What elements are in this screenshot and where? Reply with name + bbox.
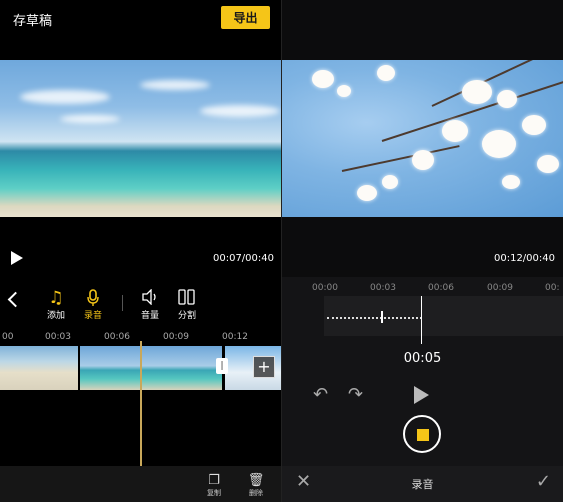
playhead[interactable] [421,296,422,344]
confirm-check-icon[interactable]: ✓ [536,471,551,492]
ruler-tick: 00:03 [45,332,71,342]
audio-track[interactable] [324,296,563,336]
copy-button[interactable]: ❐ 复制 [202,473,226,498]
ruler-tick: 00:12 [222,332,248,342]
tool-label: 复制 [207,489,221,497]
ruler-tick: 00:03 [370,283,396,293]
timeline-clip[interactable] [0,346,78,390]
bottom-title: 录音 [411,478,434,491]
copy-icon: ❐ [208,473,220,488]
volume-button[interactable]: 音量 [135,288,165,321]
microphone-icon [78,289,108,308]
recording-time: 00:05 [403,351,442,366]
tool-label: 音量 [140,311,159,321]
export-button[interactable]: 导出 [221,6,270,29]
tool-label: 分割 [177,311,196,321]
trash-icon: 🗑 [247,473,265,488]
bottom-toolbar [0,466,281,502]
play-button[interactable] [414,386,429,404]
timeline-clip[interactable] [80,346,222,390]
back-chevron-icon[interactable] [7,291,24,308]
ruler-tick: 00 [2,332,14,342]
playhead[interactable] [140,341,142,469]
ruler-tick: 00:09 [487,283,513,293]
record-audio-button[interactable]: 录音 [78,289,108,321]
waveform-peak [381,311,383,323]
tool-label: 录音 [83,311,102,321]
speaker-icon [135,288,165,308]
add-clip-button[interactable]: + [253,356,275,378]
playback-time: 00:12/00:40 [493,253,555,264]
tool-label: 添加 [46,311,65,321]
record-stop-button[interactable] [403,415,441,453]
tool-label: 删除 [249,489,263,497]
add-music-button[interactable]: ♫ 添加 [41,288,71,322]
ruler-tick: 00:09 [163,332,189,342]
ruler-tick: 00:00 [312,283,338,293]
split-icon [172,289,202,308]
play-button[interactable] [11,251,23,265]
video-preview [0,60,281,217]
split-button[interactable]: 分割 [172,289,202,321]
music-note-icon: ♫ [48,288,64,308]
ruler-tick: 00:06 [428,283,454,293]
playback-time: 00:07/00:40 [212,253,274,264]
video-preview [282,60,563,217]
video-editor-panel: 存草稿 导出 00:07/00:40 ♫ 添加 录音 音量 分割 00 00:0… [0,0,281,502]
clip-trim-handle[interactable]: | [216,358,228,374]
recording-panel: 00:12/00:40 00:00 00:03 00:06 00:09 00: … [282,0,563,502]
undo-icon[interactable]: ↶ [313,384,328,405]
audio-waveform [327,317,422,319]
save-draft-button[interactable]: 存草稿 [13,10,52,29]
stop-icon [417,429,429,441]
delete-button[interactable]: 🗑 删除 [244,473,268,498]
ruler-tick: 00: [545,283,560,293]
redo-icon[interactable]: ↷ [348,384,363,405]
toolbar-divider [122,295,123,311]
ruler-tick: 00:06 [104,332,130,342]
